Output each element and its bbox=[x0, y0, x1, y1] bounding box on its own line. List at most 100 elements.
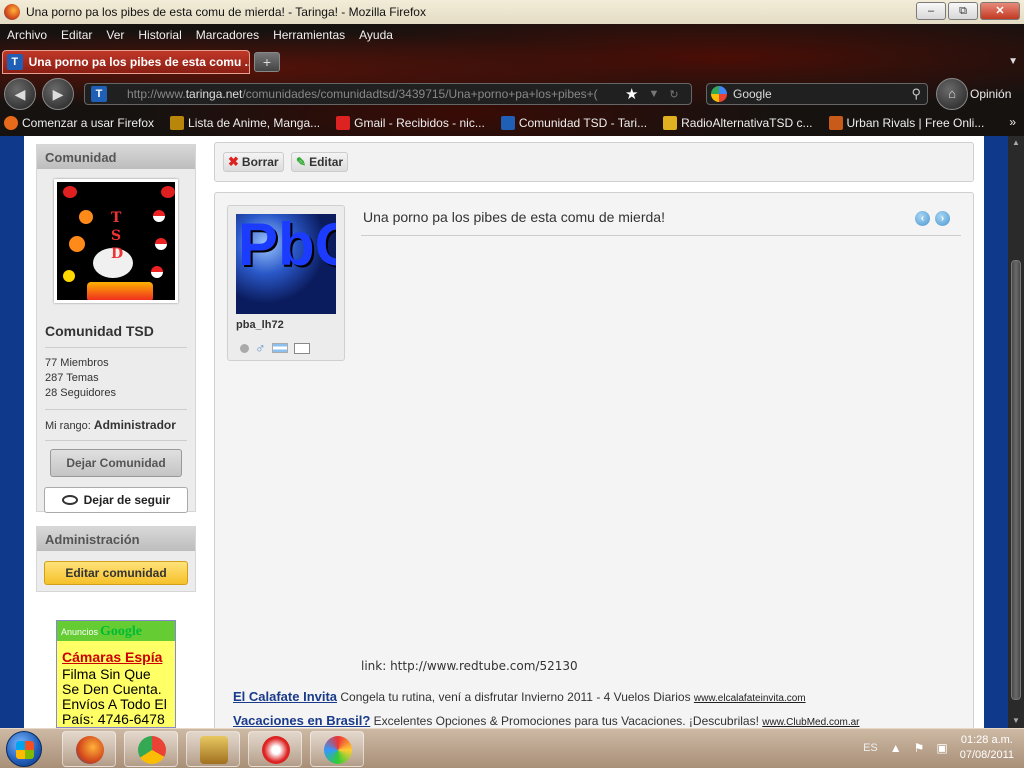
author-name[interactable]: pba_lh72 bbox=[236, 319, 284, 331]
taringa-icon: T bbox=[7, 54, 23, 70]
community-logo[interactable]: T S D bbox=[54, 179, 178, 303]
edit-community-button[interactable]: Editar comunidad bbox=[44, 561, 188, 585]
post-title: Una porno pa los pibes de esta comu de m… bbox=[363, 209, 665, 225]
chrome-icon bbox=[138, 736, 166, 764]
action-center-flag-icon[interactable]: ⚑ bbox=[914, 741, 925, 755]
clock-time: 01:28 a.m. bbox=[960, 734, 1013, 746]
dragonball-icon bbox=[69, 236, 85, 252]
clock[interactable]: 01:28 a.m. 07/08/2011 bbox=[960, 733, 1014, 763]
back-button[interactable]: ◀ bbox=[4, 78, 36, 110]
start-button[interactable] bbox=[6, 731, 42, 767]
url-dropdown-icon[interactable]: ▼ bbox=[648, 88, 659, 100]
url-bar[interactable]: T http://www.taringa.net/comunidades/com… bbox=[84, 83, 692, 105]
unfollow-button[interactable]: Dejar de seguir bbox=[44, 487, 188, 513]
bookmark-item[interactable]: RadioAlternativaTSD c... bbox=[659, 116, 813, 130]
ad-headline[interactable]: Vacaciones en Brasil? bbox=[233, 713, 370, 728]
page-viewport: Comunidad T S D Comunidad TSD 77 Miembro… bbox=[0, 136, 1008, 728]
maximize-button[interactable]: ⧉ bbox=[948, 2, 978, 20]
url-domain: taringa.net bbox=[185, 87, 243, 101]
ad-body: Filma Sin Que Se Den Cuenta. Envíos A To… bbox=[62, 666, 167, 727]
taskbar-app[interactable] bbox=[248, 731, 302, 767]
vertical-scrollbar[interactable]: ▲ ▼ bbox=[1008, 136, 1024, 728]
bookmark-item[interactable]: Urban Rivals | Free Onli... bbox=[825, 116, 985, 130]
members-count[interactable]: 77 Miembros bbox=[45, 356, 195, 371]
taskbar-chrome[interactable] bbox=[124, 731, 178, 767]
show-hidden-icons-icon[interactable]: ▲ bbox=[890, 741, 902, 755]
home-button[interactable]: ⌂ bbox=[936, 78, 968, 110]
next-post-button[interactable]: › bbox=[935, 211, 950, 226]
url-text[interactable]: http://www.taringa.net/comunidades/comun… bbox=[127, 87, 617, 101]
url-prefix: http://www. bbox=[127, 87, 186, 101]
site-identity-icon[interactable]: T bbox=[91, 86, 107, 102]
radio-icon bbox=[663, 116, 678, 130]
url-path: /comunidades/comunidadtsd/3439715/Una+po… bbox=[242, 87, 598, 101]
topics-count[interactable]: 287 Temas bbox=[45, 371, 195, 386]
leave-community-button[interactable]: Dejar Comunidad bbox=[50, 449, 182, 477]
search-bar[interactable]: Google ⚲ bbox=[706, 83, 928, 105]
edit-button[interactable]: ✎ Editar bbox=[291, 152, 349, 172]
menu-ver[interactable]: Ver bbox=[99, 28, 131, 42]
taskbar-paint[interactable] bbox=[310, 731, 364, 767]
bookmark-label: Urban Rivals | Free Onli... bbox=[846, 116, 985, 130]
community-box: Comunidad T S D Comunidad TSD 77 Miembro… bbox=[36, 144, 196, 513]
new-tab-button[interactable]: + bbox=[254, 52, 280, 72]
anime-icon bbox=[170, 116, 185, 130]
bookmark-item[interactable]: Comunidad TSD - Tari... bbox=[497, 116, 647, 130]
taskbar-firefox[interactable] bbox=[62, 731, 116, 767]
google-icon[interactable] bbox=[711, 86, 727, 102]
search-icon[interactable]: ⚲ bbox=[911, 86, 921, 102]
bookmark-label: Comunidad TSD - Tari... bbox=[518, 116, 648, 130]
previous-post-button[interactable]: ‹ bbox=[915, 211, 930, 226]
language-indicator[interactable]: ES bbox=[863, 742, 878, 754]
ad-url[interactable]: www.ClubMed.com.ar bbox=[762, 717, 859, 728]
tab-active[interactable]: T Una porno pa los pibes de esta comu ..… bbox=[2, 50, 250, 74]
title-divider bbox=[361, 235, 961, 236]
mushroom-icon bbox=[63, 186, 77, 198]
tab-label: Una porno pa los pibes de esta comu ... bbox=[28, 55, 249, 69]
ad-url[interactable]: www.elcalafateinvita.com bbox=[694, 693, 806, 704]
avatar[interactable]: PbC bbox=[236, 214, 336, 314]
menu-archivo[interactable]: Archivo bbox=[0, 28, 54, 42]
forward-button[interactable]: ▶ bbox=[42, 78, 74, 110]
menu-editar[interactable]: Editar bbox=[54, 28, 99, 42]
menu-herramientas[interactable]: Herramientas bbox=[266, 28, 352, 42]
opinion-button[interactable]: Opinión bbox=[970, 87, 1011, 101]
bookmark-star-icon[interactable]: ★ bbox=[625, 85, 638, 103]
menu-ayuda[interactable]: Ayuda bbox=[352, 28, 400, 42]
ad-title[interactable]: Cámaras Espía bbox=[62, 649, 175, 665]
mail-icon[interactable] bbox=[293, 342, 310, 354]
minimize-button[interactable]: – bbox=[916, 2, 946, 20]
sidebar-ad[interactable]: Anuncios Google Cámaras Espía Filma Sin Q… bbox=[56, 620, 176, 728]
pencil-icon: ✎ bbox=[296, 155, 307, 169]
bookmark-item[interactable]: Comenzar a usar Firefox bbox=[0, 116, 154, 130]
menu-historial[interactable]: Historial bbox=[131, 28, 188, 42]
divider bbox=[45, 440, 187, 441]
followers-count[interactable]: 28 Seguidores bbox=[45, 386, 195, 401]
ad-text: Congela tu rutina, vení a disfrutar Invi… bbox=[337, 690, 694, 704]
scroll-up-icon[interactable]: ▲ bbox=[1011, 138, 1021, 148]
ad-header: Anuncios Google bbox=[57, 621, 175, 641]
page-content: Comunidad T S D Comunidad TSD 77 Miembro… bbox=[24, 136, 984, 728]
bookmarks-overflow-button[interactable]: » bbox=[1009, 115, 1016, 129]
delete-button[interactable]: ✖ Borrar bbox=[223, 152, 284, 172]
firefox-icon bbox=[76, 736, 104, 764]
close-button[interactable]: ✕ bbox=[980, 2, 1020, 20]
bookmarks-bar: Comenzar a usar Firefox Lista de Anime, … bbox=[0, 112, 1024, 134]
scrollbar-thumb[interactable] bbox=[1011, 260, 1021, 700]
bookmark-item[interactable]: Lista de Anime, Manga... bbox=[166, 116, 320, 130]
taskbar-winrar[interactable] bbox=[186, 731, 240, 767]
bookmark-item[interactable]: Gmail - Recibidos - nic... bbox=[332, 116, 485, 130]
logo-letter-s: S bbox=[111, 228, 122, 244]
menu-marcadores[interactable]: Marcadores bbox=[189, 28, 266, 42]
network-icon[interactable]: ▣ bbox=[936, 741, 947, 755]
community-name[interactable]: Comunidad TSD bbox=[45, 323, 195, 339]
scroll-down-icon[interactable]: ▼ bbox=[1011, 716, 1021, 726]
reload-icon[interactable]: ↻ bbox=[669, 88, 678, 101]
browser-chrome: Archivo Editar Ver Historial Marcadores … bbox=[0, 24, 1024, 136]
tab-list-arrow-icon[interactable]: ▼ bbox=[1008, 56, 1018, 67]
ad-headline[interactable]: El Calafate Invita bbox=[233, 689, 337, 704]
urban-icon bbox=[828, 116, 843, 130]
fire-icon bbox=[87, 282, 153, 300]
system-tray: ES ▲ ⚑ ▣ 01:28 a.m. 07/08/2011 bbox=[863, 733, 1014, 763]
edit-label: Editar bbox=[309, 155, 344, 169]
